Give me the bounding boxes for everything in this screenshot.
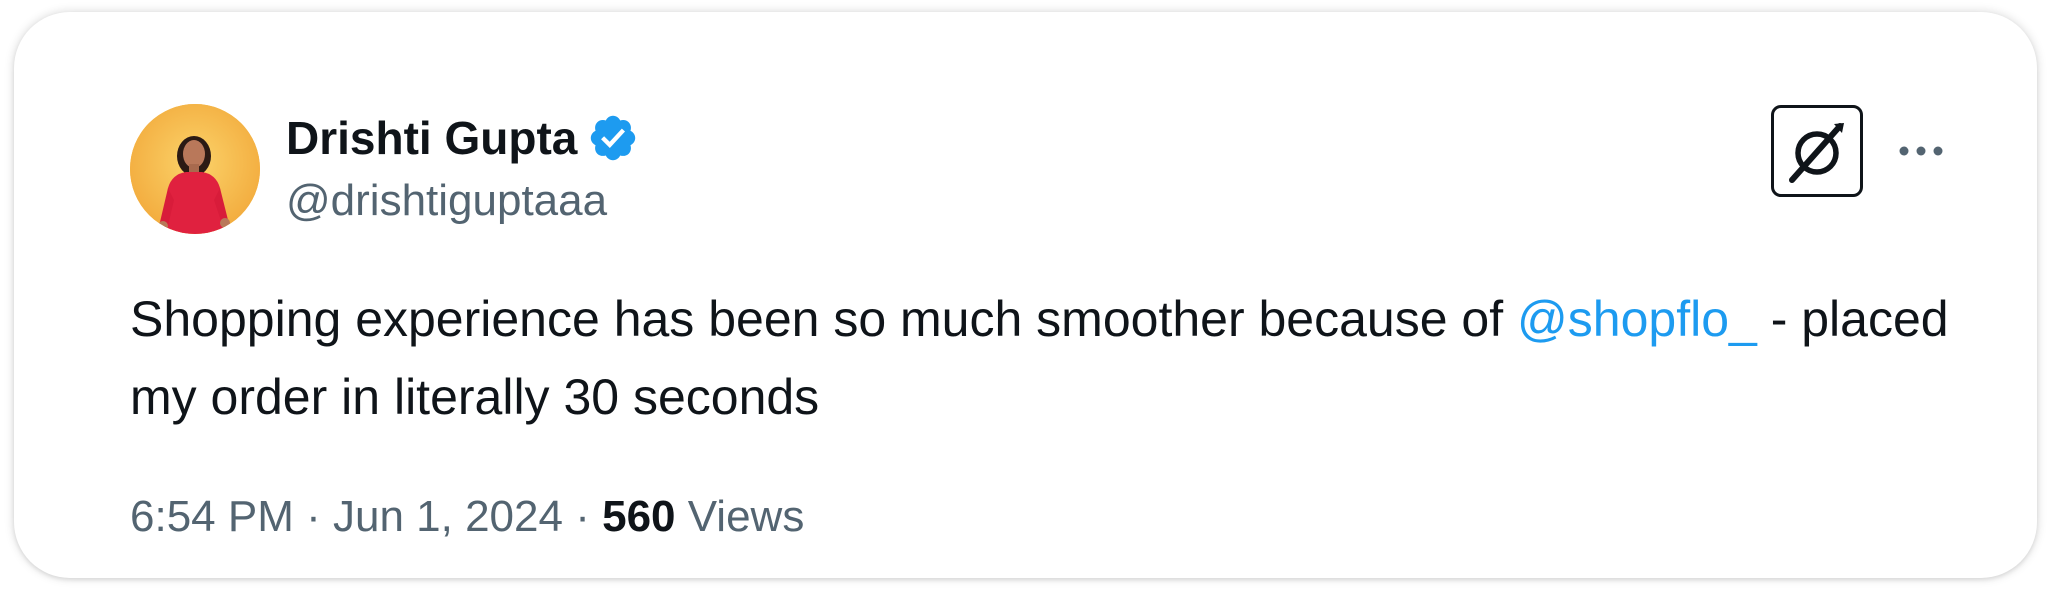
tweet-time[interactable]: 6:54 PM: [130, 492, 294, 541]
author-display-name[interactable]: Drishti Gupta: [286, 108, 577, 168]
mention-link[interactable]: @shopflo_: [1517, 291, 1757, 347]
x-logo-icon[interactable]: [1771, 105, 1863, 197]
separator: ·: [575, 492, 590, 541]
tweet-text-part-1: Shopping experience has been so much smo…: [130, 291, 1518, 347]
views-count: 560: [602, 492, 676, 541]
tweet-date[interactable]: Jun 1, 2024: [333, 492, 563, 541]
tweet-card: Drishti Gupta @drishtiguptaaa Shopping e…: [14, 12, 2037, 578]
author-handle[interactable]: @drishtiguptaaa: [286, 172, 607, 230]
avatar[interactable]: [130, 104, 260, 234]
verified-badge-icon: [587, 112, 639, 164]
tweet-metadata: 6:54 PM · Jun 1, 2024 · 560 Views: [130, 486, 804, 548]
separator: ·: [306, 492, 321, 541]
more-options-icon[interactable]: [1896, 136, 1946, 166]
tweet-text: Shopping experience has been so much smo…: [130, 280, 1960, 436]
views-label: Views: [687, 492, 805, 541]
